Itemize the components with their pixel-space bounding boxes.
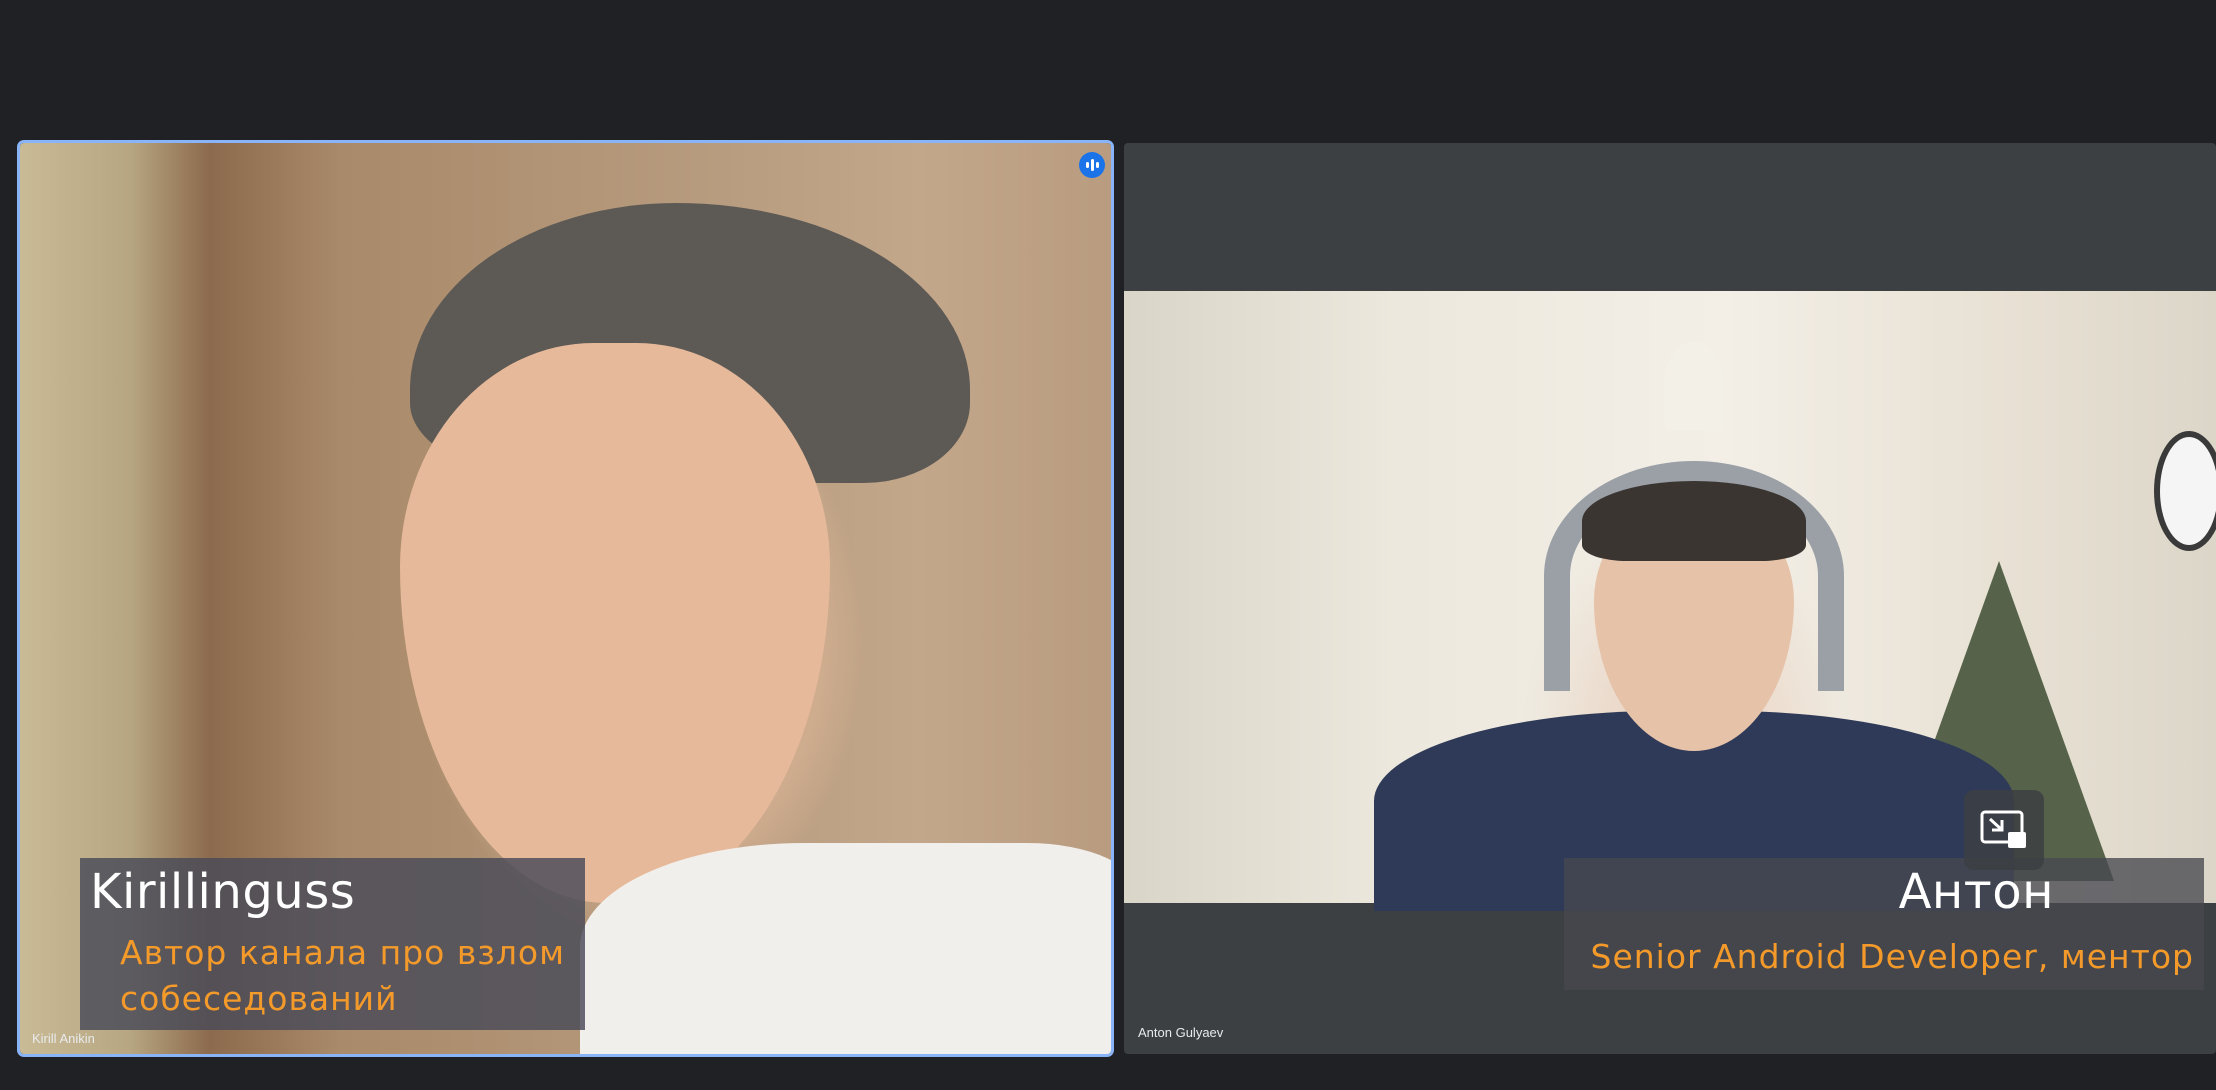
lower-third-overlay: Kirillinguss Автор канала про взлом собе…	[80, 858, 585, 1030]
picture-in-picture-button[interactable]	[1964, 790, 2044, 870]
lower-third-overlay: Антон Senior Android Developer, ментор	[1564, 858, 2204, 990]
participant-tile-kirill[interactable]: Kirillinguss Автор канала про взлом собе…	[20, 143, 1111, 1054]
participant-video	[1124, 291, 2216, 911]
meeting-stage: Kirillinguss Автор канала про взлом собе…	[0, 0, 2216, 1090]
video-subject-shirt	[580, 843, 1111, 1054]
video-background-chandelier	[1664, 341, 1724, 431]
overlay-name: Антон	[1898, 864, 2054, 920]
participant-tile-anton[interactable]: Антон Senior Android Developer, ментор A…	[1124, 143, 2216, 1054]
participant-name-label: Anton Gulyaev	[1138, 1025, 1224, 1040]
video-subject-hair	[1582, 481, 1806, 561]
video-subject-face	[400, 343, 830, 903]
overlay-role: Senior Android Developer, ментор	[1590, 937, 2194, 976]
overlay-role: Автор канала про взлом собеседований	[120, 933, 566, 1018]
video-background-clock	[2154, 431, 2216, 551]
speaking-indicator-icon	[1079, 152, 1105, 178]
picture-in-picture-icon	[1980, 810, 2026, 848]
overlay-name: Kirillinguss	[90, 864, 356, 920]
participant-name-label: Kirill Anikin	[32, 1031, 95, 1046]
